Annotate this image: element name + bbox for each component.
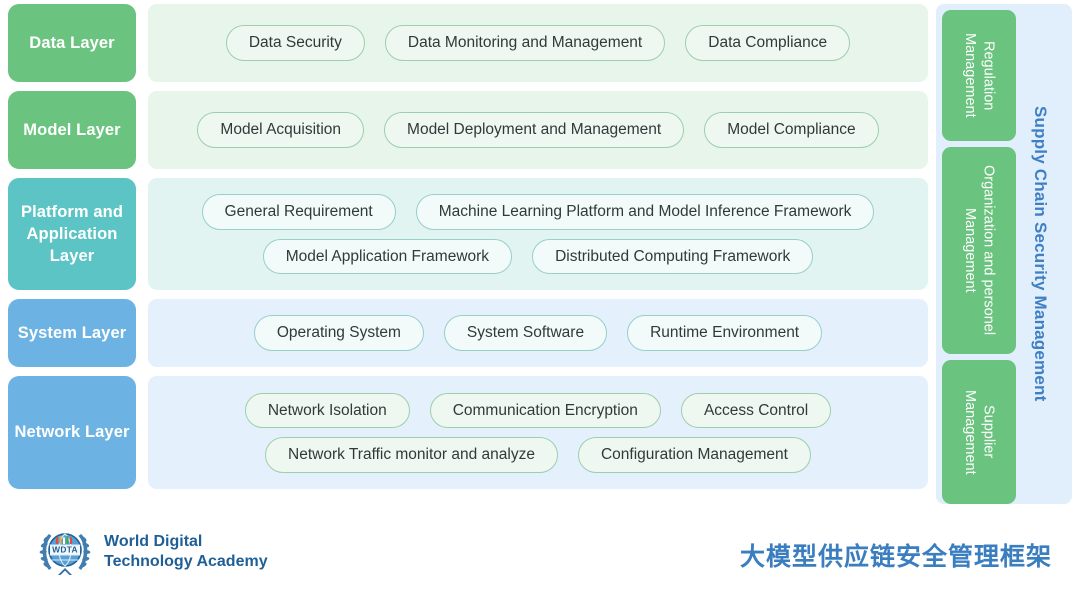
brand-line-2: Technology Academy	[104, 553, 268, 570]
capability-pill[interactable]: Model Deployment and Management	[384, 112, 685, 148]
capability-pill[interactable]: System Software	[443, 315, 608, 351]
capability-pill[interactable]: Data Monitoring and Management	[384, 25, 666, 61]
layer-panel-system-layer: Operating System System Software Runtime…	[148, 299, 928, 367]
diagram-title-cn: 大模型供应链安全管理框架	[739, 542, 1052, 571]
capability-pill[interactable]: Access Control	[680, 392, 832, 428]
capability-pill[interactable]: Runtime Environment	[627, 315, 823, 351]
pill-line: Network Traffic monitor and analyze Conf…	[162, 437, 914, 473]
capability-pill[interactable]: Network Traffic monitor and analyze	[265, 437, 558, 473]
brand-line-1: World Digital	[104, 532, 203, 550]
capability-pill[interactable]: Model Acquisition	[197, 112, 365, 148]
sidebar-box-list: Regulation Management Organization and p…	[942, 10, 1016, 504]
layer-badge-data-layer[interactable]: Data Layer	[8, 4, 136, 82]
pill-line: Operating System System Software Runtime…	[162, 315, 914, 351]
brand-lockup: WDTA World Digital Technology Academy	[36, 526, 268, 578]
pill-line: Data Security Data Monitoring and Manage…	[162, 25, 914, 61]
layer-badge-network-layer[interactable]: Network Layer	[8, 376, 136, 489]
capability-pill[interactable]: Data Security	[225, 25, 365, 61]
layer-row-system-layer: System Layer Operating System System Sof…	[8, 299, 928, 367]
sidebar-box-supplier-management[interactable]: Supplier Management	[942, 360, 1016, 504]
capability-pill[interactable]: Data Compliance	[685, 25, 851, 61]
capability-pill[interactable]: Configuration Management	[577, 437, 811, 473]
pill-line: Model Acquisition Model Deployment and M…	[162, 112, 914, 148]
layer-row-model-layer: Model Layer Model Acquisition Model Depl…	[8, 91, 928, 169]
capability-pill[interactable]: Model Application Framework	[262, 238, 513, 274]
layer-row-platform-and-application-layer: Platform and Application Layer General R…	[8, 178, 928, 290]
layer-badge-system-layer[interactable]: System Layer	[8, 299, 136, 367]
footer: WDTA World Digital Technology Academy 大模型…	[0, 512, 1080, 604]
wdta-logo-icon: WDTA	[36, 526, 94, 578]
layer-panel-data-layer: Data Security Data Monitoring and Manage…	[148, 4, 928, 82]
capability-pill[interactable]: General Requirement	[201, 194, 396, 230]
pill-line: General Requirement Machine Learning Pla…	[162, 194, 914, 230]
svg-text:WDTA: WDTA	[52, 545, 78, 555]
sidebar-title: Supply Chain Security Management	[1031, 106, 1050, 402]
layer-stack: Data Layer Data Security Data Monitoring…	[8, 4, 928, 504]
layer-row-network-layer: Network Layer Network Isolation Communic…	[8, 376, 928, 489]
supply-chain-sidebar: Regulation Management Organization and p…	[936, 4, 1072, 504]
pill-line: Model Application Framework Distributed …	[162, 238, 914, 274]
layer-row-data-layer: Data Layer Data Security Data Monitoring…	[8, 4, 928, 82]
layer-badge-platform-and-application-layer[interactable]: Platform and Application Layer	[8, 178, 136, 290]
layer-panel-network-layer: Network Isolation Communication Encrypti…	[148, 376, 928, 489]
capability-pill[interactable]: Distributed Computing Framework	[532, 238, 814, 274]
layer-panel-platform-and-application-layer: General Requirement Machine Learning Pla…	[148, 178, 928, 290]
capability-pill[interactable]: Machine Learning Platform and Model Infe…	[415, 194, 875, 230]
sidebar-box-regulation-management[interactable]: Regulation Management	[942, 10, 1016, 141]
capability-pill[interactable]: Model Compliance	[704, 112, 879, 148]
pill-line: Network Isolation Communication Encrypti…	[162, 392, 914, 428]
layer-panel-model-layer: Model Acquisition Model Deployment and M…	[148, 91, 928, 169]
capability-pill[interactable]: Operating System	[253, 315, 424, 351]
sidebar-box-organization-and-personel-management[interactable]: Organization and personel Management	[942, 147, 1016, 354]
capability-pill[interactable]: Communication Encryption	[429, 392, 661, 428]
framework-diagram: Data Layer Data Security Data Monitoring…	[0, 0, 1080, 604]
layer-badge-model-layer[interactable]: Model Layer	[8, 91, 136, 169]
capability-pill[interactable]: Network Isolation	[244, 392, 410, 428]
brand-name: World Digital Technology Academy	[104, 532, 268, 573]
